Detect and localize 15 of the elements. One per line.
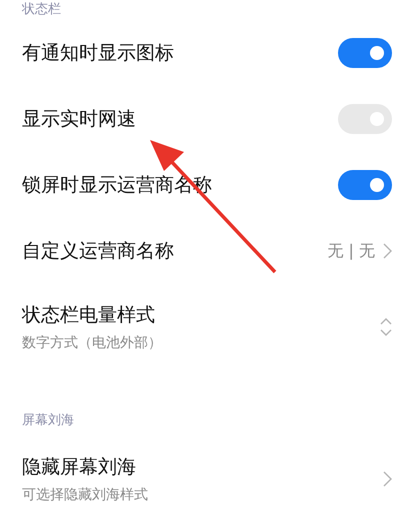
setting-title: 自定义运营商名称: [22, 239, 175, 264]
section-header: 屏幕刘海: [21, 412, 75, 430]
up-down-icon[interactable]: [380, 318, 392, 336]
setting-title: 隐藏屏幕刘海: [22, 455, 137, 480]
setting-title: 有通知时显示图标: [22, 41, 175, 66]
chevron-right-icon[interactable]: [383, 471, 392, 487]
section-header: 状态栏: [20, 1, 62, 19]
setting-subtitle: 数字方式（电池外部）: [22, 334, 163, 352]
toggle-switch[interactable]: [338, 170, 392, 200]
setting-value: 无 | 无: [327, 240, 375, 262]
toggle-switch[interactable]: [338, 38, 392, 68]
setting-subtitle: 可选择隐藏刘海样式: [22, 486, 149, 504]
chevron-right-icon: [383, 243, 392, 259]
setting-title: 显示实时网速: [22, 107, 137, 132]
setting-title: 状态栏电量样式: [22, 303, 156, 328]
